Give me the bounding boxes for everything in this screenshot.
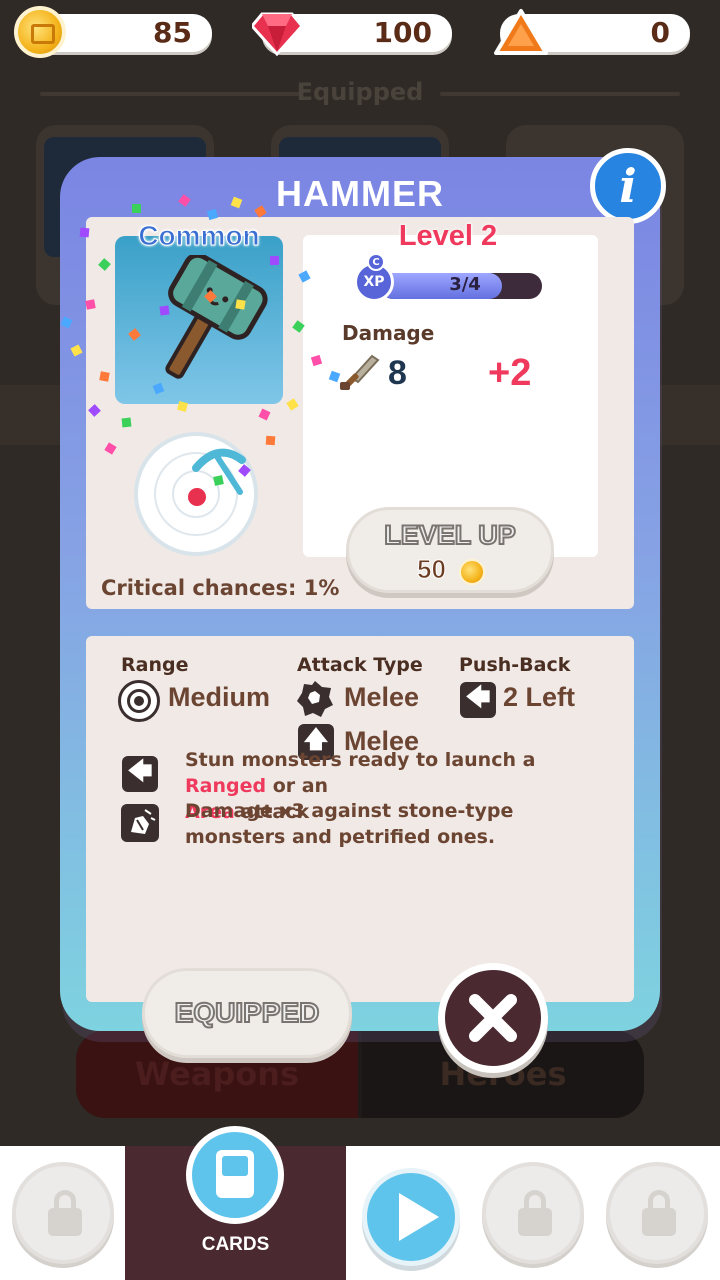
range-value: Medium [168, 682, 271, 712]
info-button[interactable]: i [590, 148, 666, 224]
damage-label: Damage [342, 321, 435, 345]
coin-icon [14, 6, 66, 58]
attack-type-value: Melee [344, 682, 420, 712]
gem-icon [252, 12, 302, 56]
confetti-piece [132, 204, 141, 213]
level-up-button[interactable]: LEVEL UP 50 [346, 507, 554, 593]
arrow-left-icon: 🡄 [460, 682, 496, 718]
critical-chance-text: Critical chances: 1% [101, 576, 340, 600]
confetti-piece [121, 417, 132, 428]
nav-locked-slot-3[interactable] [606, 1162, 708, 1264]
range-target-icon [118, 680, 160, 722]
burst-icon [297, 681, 333, 717]
hammer-icon [165, 255, 268, 379]
xp-badge-icon: C XP [354, 253, 394, 302]
nav-cards-label: CARDS [201, 1234, 270, 1255]
confetti-piece [99, 371, 110, 382]
xp-progress-text: 3/4 [449, 274, 481, 295]
attack-type-heading: Attack Type [297, 654, 423, 676]
gem-value: 100 [373, 16, 432, 49]
nav-locked-slot-2[interactable] [482, 1162, 584, 1264]
level-up-label: LEVEL UP [383, 519, 517, 551]
coin-value: 85 [153, 16, 192, 49]
range-heading: Range [121, 654, 189, 676]
token-value: 0 [650, 16, 670, 49]
equipped-label: EQUIPPED [174, 996, 321, 1029]
level-up-cost: 50 [417, 554, 447, 585]
arrow-left-icon: 🡄 [122, 756, 158, 792]
confetti-piece [85, 299, 96, 310]
coin-icon [459, 559, 485, 585]
close-icon [469, 994, 517, 1042]
confetti-piece [235, 299, 246, 310]
triangle-token-icon [494, 9, 548, 55]
push-back-value: 2 Left [503, 682, 576, 712]
confetti-piece [213, 475, 224, 486]
damage-value: 8 [388, 354, 407, 392]
stone-break-icon [121, 804, 159, 842]
confetti-piece [265, 435, 276, 446]
nav-locked-slot-1[interactable] [12, 1162, 114, 1264]
xp-badge-label: XP [363, 274, 385, 290]
push-back-heading: Push-Back [459, 654, 571, 676]
damage-bonus: +2 [488, 352, 532, 394]
nav-play-button[interactable] [362, 1168, 460, 1266]
level-label: Level 2 [398, 220, 498, 252]
sword-icon [340, 354, 380, 390]
equipped-button[interactable]: EQUIPPED [142, 968, 352, 1058]
xp-tier-letter: C [367, 253, 385, 271]
nav-cards-button[interactable] [186, 1126, 284, 1224]
ability-stone-text: Damage x3 against stone-type monsters an… [185, 800, 514, 848]
bg-equipped-heading: Equipped [296, 78, 424, 106]
play-icon [399, 1193, 439, 1241]
rarity-label: Common [138, 220, 260, 252]
weapon-title: HAMMER [276, 173, 444, 214]
confetti-piece [79, 227, 90, 238]
confetti-piece [269, 255, 280, 266]
confetti-piece [159, 305, 170, 316]
close-button[interactable] [438, 963, 548, 1073]
